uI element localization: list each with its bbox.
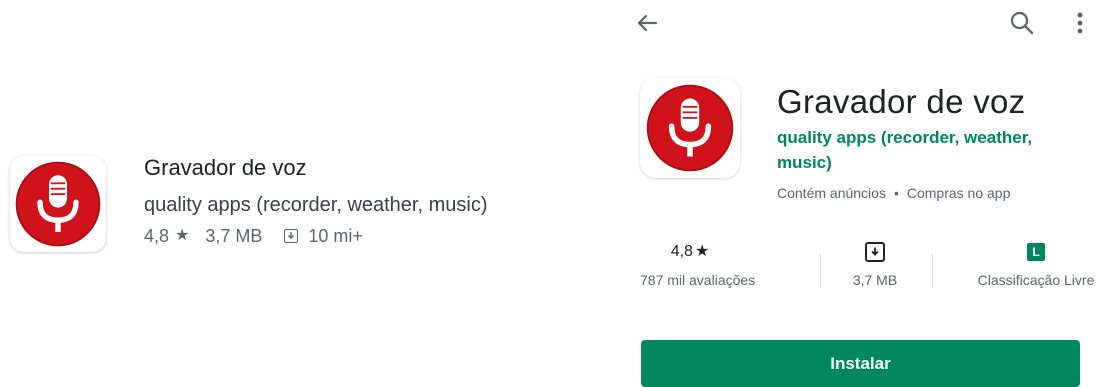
star-icon: ★ (175, 227, 190, 244)
stats-row: 4,8 ★ 787 mil avaliações 3,7 MB L Classi… (640, 238, 1110, 298)
app-size: 3,7 MB (852, 272, 898, 288)
app-icon[interactable] (10, 156, 106, 252)
contains-ads-label: Contém anúncios (777, 185, 886, 201)
rating-value: 4,8 (144, 226, 170, 246)
install-count: 10 mi+ (308, 226, 363, 246)
arrow-back-icon[interactable] (632, 8, 662, 38)
size-stat: 3,7 MB (845, 238, 905, 288)
developer-name[interactable]: quality apps (recorder, weather, music) (144, 192, 488, 218)
separator-dot: • (893, 185, 899, 201)
search-icon[interactable] (1007, 8, 1037, 38)
microphone-icon (646, 84, 734, 172)
more-vertical-icon[interactable] (1068, 8, 1092, 38)
rating-count: 787 mil avaliações (640, 272, 756, 288)
in-app-purchases-label: Compras no app (906, 185, 1011, 201)
content-rating-label: Classificação Livre (977, 272, 1095, 288)
app-title[interactable]: Gravador de voz (144, 154, 488, 182)
app-notices: Contém anúncios • Compras no app (777, 185, 1097, 201)
app-meta: 4,8 ★ 3,7 MB 10 mi+ (144, 224, 488, 248)
install-button[interactable]: Instalar (641, 340, 1080, 387)
rating-value: 4,8 (670, 243, 693, 260)
download-icon (865, 242, 885, 262)
microphone-icon (15, 161, 101, 247)
developer-link[interactable]: quality apps (recorder, weather, music) (777, 125, 1062, 175)
app-icon-large (640, 78, 740, 178)
divider (932, 254, 933, 288)
divider (820, 254, 821, 288)
app-header-info: Gravador de voz quality apps (recorder, … (777, 82, 1097, 201)
star-icon: ★ (694, 243, 710, 260)
screen: Gravador de voz quality apps (recorder, … (0, 0, 1114, 387)
app-title-large: Gravador de voz (777, 83, 1026, 120)
search-result-text: Gravador de voz quality apps (recorder, … (144, 154, 488, 248)
content-rating-badge: L (1027, 243, 1045, 261)
download-icon (284, 229, 299, 243)
search-result-card[interactable]: Gravador de voz quality apps (recorder, … (10, 154, 488, 252)
app-size: 3,7 MB (205, 226, 263, 246)
content-rating-stat[interactable]: L Classificação Livre (962, 238, 1110, 288)
rating-stat[interactable]: 4,8 ★ 787 mil avaliações (640, 238, 756, 288)
